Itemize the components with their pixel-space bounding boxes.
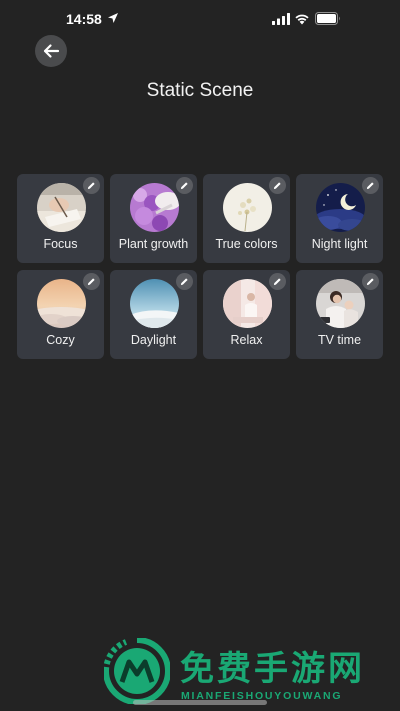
cellular-signal-icon: [272, 13, 290, 25]
status-bar: 14:58: [0, 0, 400, 38]
scene-image-daylight: [130, 279, 179, 328]
edit-button-night-light[interactable]: [362, 177, 379, 194]
scene-card-focus[interactable]: Focus: [17, 174, 104, 263]
edit-button-plant-growth[interactable]: [176, 177, 193, 194]
pencil-icon: [366, 278, 374, 286]
scene-card-daylight[interactable]: Daylight: [110, 270, 197, 359]
scene-card-cozy[interactable]: Cozy: [17, 270, 104, 359]
battery-icon: [315, 12, 340, 25]
scene-image-night-light: [316, 183, 365, 232]
location-arrow-icon: [108, 13, 118, 23]
scene-grid: Focus Plant growth True colors Night lig…: [17, 174, 385, 359]
edit-button-daylight[interactable]: [176, 273, 193, 290]
pencil-icon: [180, 182, 188, 190]
pencil-icon: [273, 278, 281, 286]
watermark-title: 免费手游网: [180, 650, 365, 688]
screen: 14:58 Static Scene Focus Plant growth Tr…: [0, 0, 400, 711]
scene-image-plant-growth: [130, 183, 179, 232]
back-button[interactable]: [35, 35, 67, 67]
scene-card-true-colors[interactable]: True colors: [203, 174, 290, 263]
pencil-icon: [180, 278, 188, 286]
scene-card-night-light[interactable]: Night light: [296, 174, 383, 263]
scene-label: Focus: [43, 237, 78, 251]
scene-label: Cozy: [46, 333, 75, 347]
scene-card-plant-growth[interactable]: Plant growth: [110, 174, 197, 263]
pencil-icon: [87, 182, 95, 190]
edit-button-focus[interactable]: [83, 177, 100, 194]
arrow-left-icon: [43, 44, 60, 58]
scene-card-tv-time[interactable]: TV time: [296, 270, 383, 359]
scene-label: TV time: [317, 333, 362, 347]
scene-image-cozy: [37, 279, 86, 328]
scene-image-tv-time: [316, 279, 365, 328]
scene-label: Night light: [311, 237, 368, 251]
scene-image-true-colors: [223, 183, 272, 232]
edit-button-tv-time[interactable]: [362, 273, 379, 290]
pencil-icon: [366, 182, 374, 190]
wifi-icon: [295, 14, 309, 25]
edit-button-relax[interactable]: [269, 273, 286, 290]
page-title: Static Scene: [146, 80, 254, 101]
pencil-icon: [273, 182, 281, 190]
home-indicator: [133, 700, 267, 705]
edit-button-cozy[interactable]: [83, 273, 100, 290]
watermark-logo-icon: [104, 638, 170, 704]
scene-label: Relax: [230, 333, 263, 347]
pencil-icon: [87, 278, 95, 286]
scene-label: Plant growth: [118, 237, 189, 251]
scene-image-focus: [37, 183, 86, 232]
scene-image-relax: [223, 279, 272, 328]
status-time: 14:58: [66, 11, 102, 27]
scene-label: Daylight: [130, 333, 177, 347]
scene-label: True colors: [215, 237, 278, 251]
edit-button-true-colors[interactable]: [269, 177, 286, 194]
scene-card-relax[interactable]: Relax: [203, 270, 290, 359]
